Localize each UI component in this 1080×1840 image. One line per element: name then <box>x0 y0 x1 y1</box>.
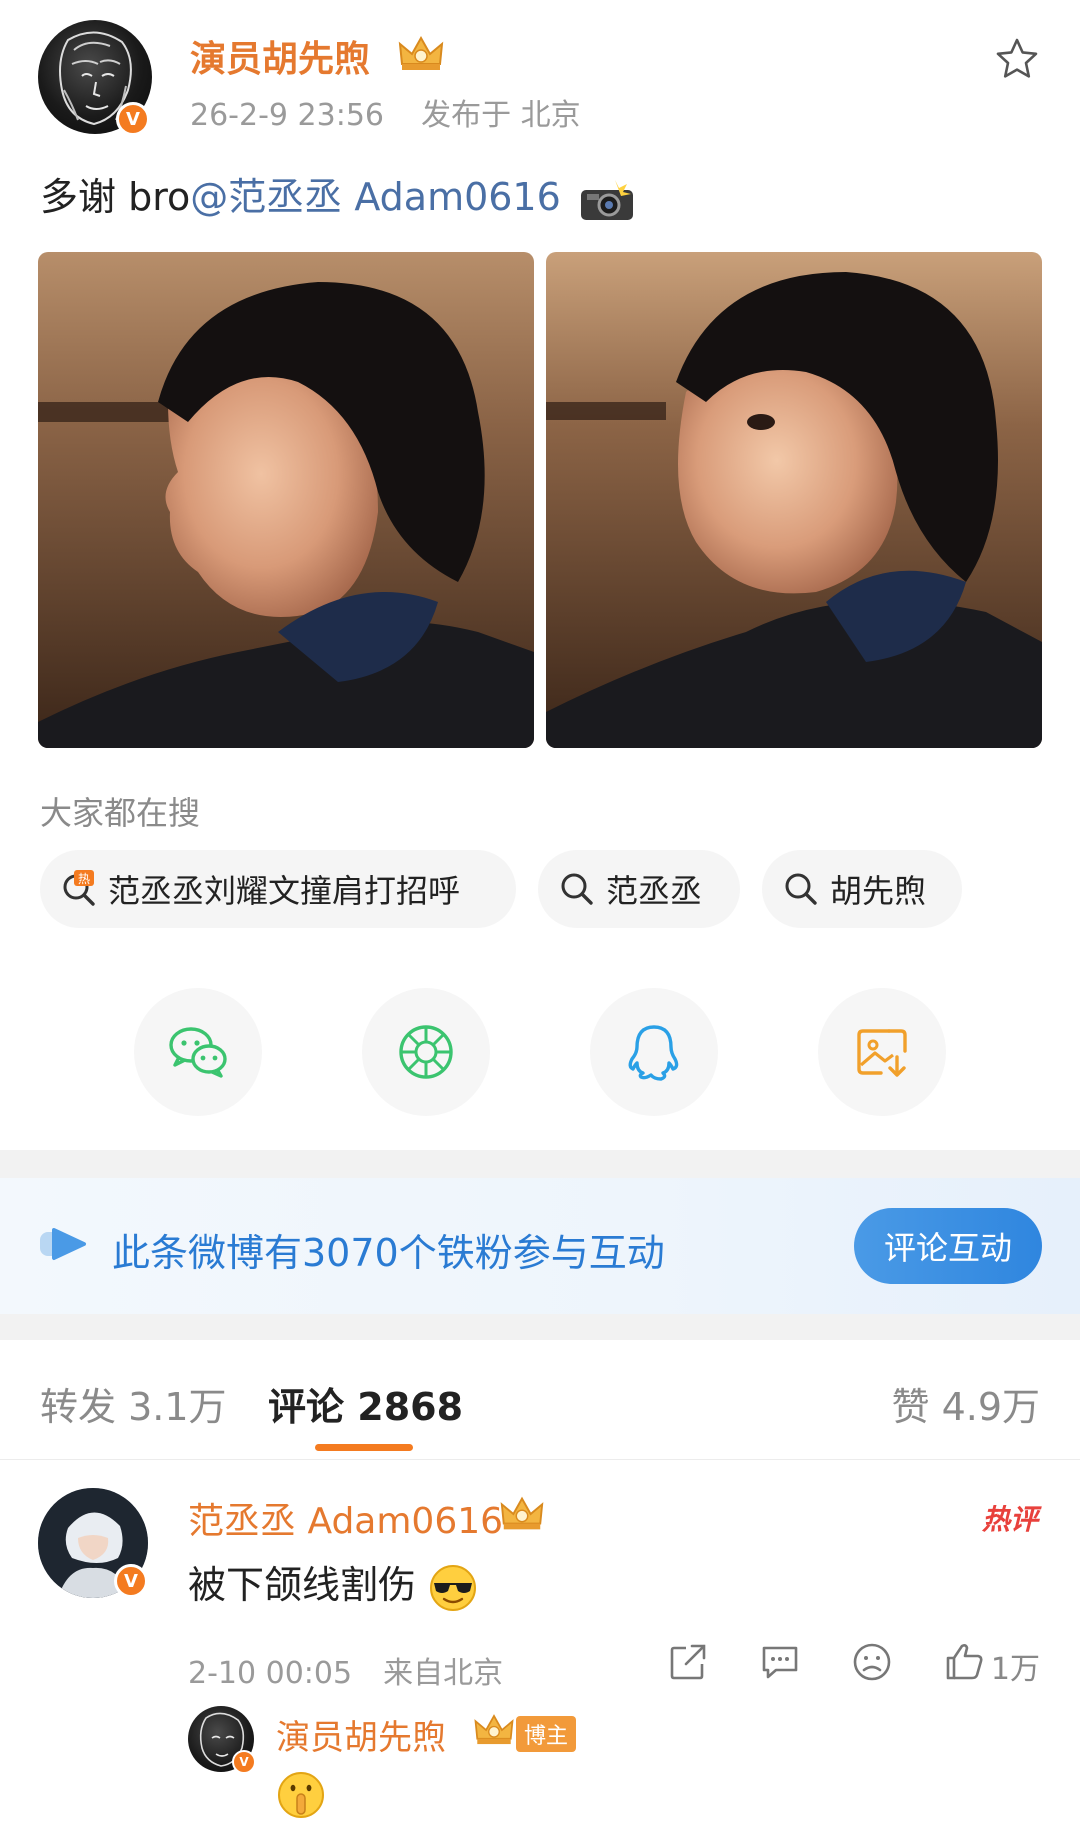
author-name[interactable]: 演员胡先煦 <box>190 30 370 82</box>
verified-badge: V <box>114 1564 148 1598</box>
thumbs-up-icon[interactable] <box>942 1640 986 1684</box>
post-text-prefix: 多谢 bro <box>40 175 191 219</box>
tab-like[interactable]: 赞 4.9万 <box>891 1376 1040 1431</box>
host-badge: 博主 <box>516 1716 577 1752</box>
crown-icon <box>498 1494 546 1534</box>
mention-link[interactable]: @范丞丞 Adam0616 <box>190 175 561 219</box>
camera-flash-emoji-icon <box>580 179 633 220</box>
section-divider <box>0 1150 1080 1178</box>
search-chip-label: 范丞丞刘耀文撞肩打招呼 <box>108 872 461 910</box>
tab-repost-count: 3.1万 <box>128 1385 227 1429</box>
tab-comment-count: 2868 <box>357 1385 464 1429</box>
post-date: 26-2-9 23:56 <box>190 98 384 133</box>
comment-like-count: 1万 <box>990 1652 1040 1687</box>
share-qq-button[interactable] <box>590 988 718 1116</box>
post-header: V 演员胡先煦 26-2-9 23:56 发布于 北京 <box>0 0 1080 140</box>
tab-comment[interactable]: 评论 2868 <box>268 1376 463 1431</box>
save-image-icon <box>857 1029 907 1077</box>
comment-actions: 1万 <box>666 1640 1040 1690</box>
post-stats-tabs: 转发 3.1万 评论 2868 赞 4.9万 <box>0 1340 1080 1460</box>
hot-comment-badge: 热评 <box>981 1503 1038 1536</box>
play-double-arrow-icon <box>40 1228 86 1260</box>
verified-badge: V <box>116 102 150 136</box>
shush-emoji-icon <box>278 1772 324 1818</box>
tab-like-label: 赞 <box>891 1385 930 1429</box>
search-chip-1[interactable]: 热 范丞丞刘耀文撞肩打招呼 <box>40 850 516 928</box>
crown-icon <box>396 34 446 74</box>
fans-interaction-text: 此条微博有3070个铁粉参与互动 <box>112 1231 665 1275</box>
tab-like-count: 4.9万 <box>941 1385 1040 1429</box>
save-image-button[interactable] <box>818 988 946 1116</box>
comment-interaction-button[interactable]: 评论互动 <box>854 1208 1042 1284</box>
tab-repost-label: 转发 <box>40 1385 117 1429</box>
post-location: 发布于 北京 <box>421 98 581 133</box>
qq-icon <box>628 1025 679 1081</box>
search-chip-label: 范丞丞 <box>606 872 703 910</box>
svg-text:热: 热 <box>78 872 90 886</box>
post-photo-2[interactable] <box>546 252 1042 748</box>
post-photo-1[interactable] <box>38 252 534 748</box>
active-tab-indicator <box>315 1444 413 1451</box>
crown-icon <box>472 1712 516 1748</box>
share-icon[interactable] <box>666 1640 710 1684</box>
tab-comment-label: 评论 <box>268 1385 345 1429</box>
trending-search-title: 大家都在搜 <box>40 794 201 832</box>
author-reply: V 演员胡先煦 博主 <box>188 1706 1068 1836</box>
comment-item: V 范丞丞 Adam0616 热评 被下颌线割伤 2-10 00:05 来自北京 <box>0 1480 1080 1840</box>
search-chip-2[interactable]: 范丞丞 <box>538 850 740 928</box>
comment-text: 被下颌线割伤 <box>188 1554 478 1613</box>
comment-location: 来自北京 <box>383 1656 504 1691</box>
comment-icon[interactable] <box>758 1640 802 1684</box>
comment-meta: 2-10 00:05 来自北京 <box>188 1648 503 1692</box>
moments-icon <box>399 1025 453 1079</box>
search-chip-3[interactable]: 胡先煦 <box>762 850 962 928</box>
post-meta: 26-2-9 23:56 发布于 北京 <box>190 90 581 134</box>
commenter-name[interactable]: 范丞丞 Adam0616 <box>188 1492 503 1544</box>
tab-repost[interactable]: 转发 3.1万 <box>40 1376 227 1431</box>
share-wechat-button[interactable] <box>134 988 262 1116</box>
hot-search-icon: 热 <box>63 870 95 906</box>
post-text: 多谢 bro@范丞丞 Adam0616 <box>40 166 635 222</box>
verified-badge: V <box>232 1750 256 1774</box>
section-divider <box>0 1314 1080 1340</box>
search-icon <box>785 873 817 905</box>
comment-text-body: 被下颌线割伤 <box>188 1563 417 1607</box>
wechat-icon <box>169 1027 227 1078</box>
reply-author-name[interactable]: 演员胡先煦 <box>276 1710 446 1759</box>
sunglasses-emoji-icon <box>430 1564 477 1611</box>
star-icon[interactable] <box>994 36 1040 82</box>
share-moments-button[interactable] <box>362 988 490 1116</box>
search-icon <box>561 873 593 905</box>
share-row <box>0 988 1080 1118</box>
fans-interaction-banner[interactable]: 此条微博有3070个铁粉参与互动 评论互动 <box>0 1178 1080 1314</box>
search-chip-label: 胡先煦 <box>830 872 927 910</box>
comment-time: 2-10 00:05 <box>188 1656 353 1691</box>
dislike-face-icon[interactable] <box>850 1640 894 1684</box>
